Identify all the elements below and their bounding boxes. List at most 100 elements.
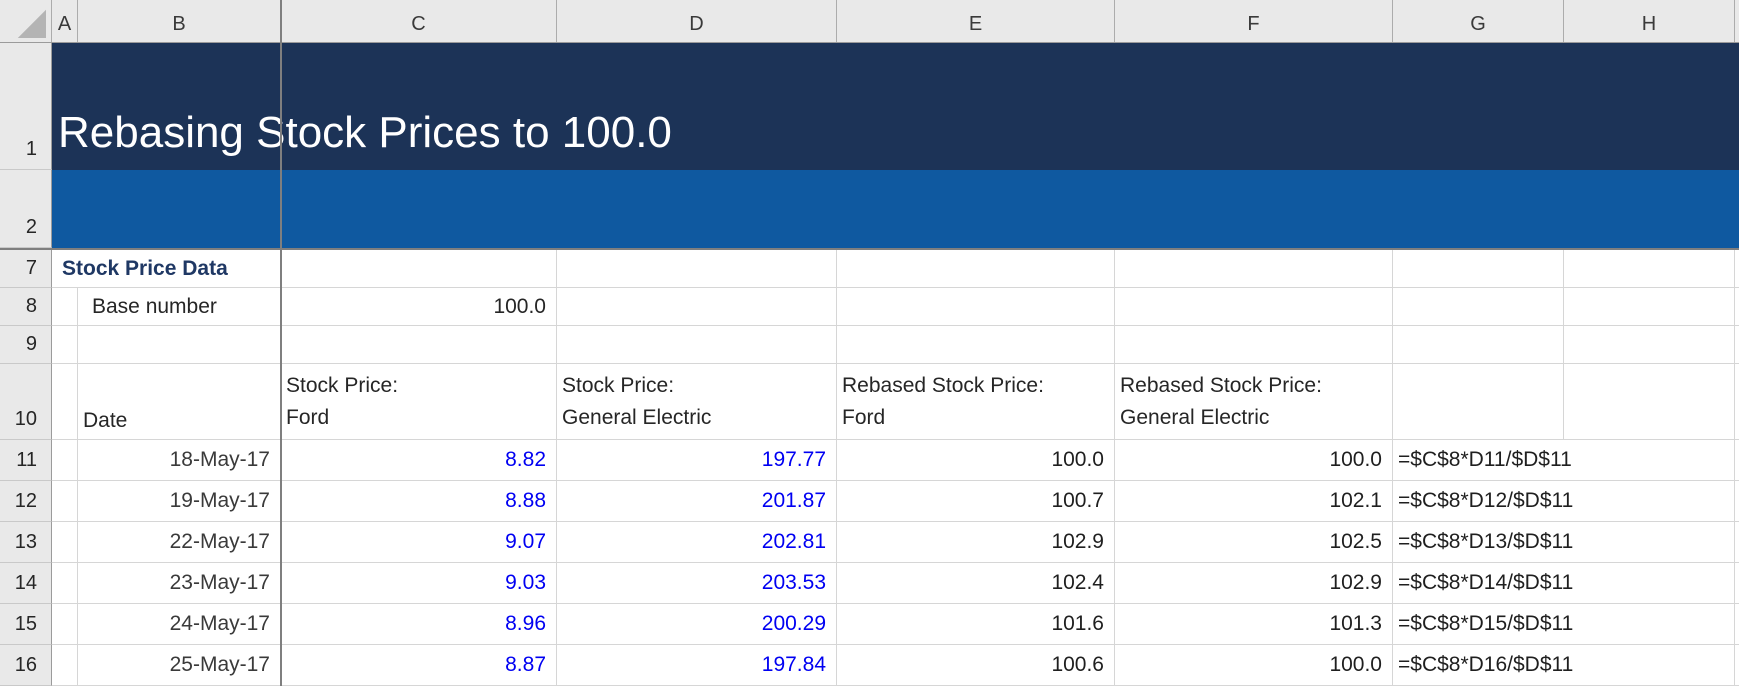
date-cell-12[interactable]: 19-May-17 bbox=[78, 481, 281, 522]
ge-price-cell-13[interactable]: 202.81 bbox=[557, 522, 837, 563]
cell-A9[interactable] bbox=[52, 326, 78, 364]
date-cell-15[interactable]: 24-May-17 bbox=[78, 604, 281, 645]
cell-H7[interactable] bbox=[1564, 250, 1735, 288]
cell-H10[interactable] bbox=[1564, 364, 1735, 440]
ge-rebased-header-cell[interactable]: Rebased Stock Price: General Electric bbox=[1115, 364, 1393, 440]
cell-sliver-15[interactable] bbox=[1735, 604, 1739, 645]
select-all-corner[interactable] bbox=[0, 0, 52, 42]
column-header-D[interactable]: D bbox=[557, 0, 837, 42]
row-header-8[interactable]: 8 bbox=[0, 288, 52, 326]
cell-G10[interactable] bbox=[1393, 364, 1564, 440]
date-cell-13[interactable]: 22-May-17 bbox=[78, 522, 281, 563]
cell-A-11[interactable] bbox=[52, 440, 78, 481]
ford-rebased-header-cell[interactable]: Rebased Stock Price: Ford bbox=[837, 364, 1115, 440]
ge-rebased-cell-13[interactable]: 102.5 bbox=[1115, 522, 1393, 563]
cell-sliver-13[interactable] bbox=[1735, 522, 1739, 563]
ge-price-cell-14[interactable]: 203.53 bbox=[557, 563, 837, 604]
formula-cell-11[interactable]: =$C$8*D11/$D$11 bbox=[1393, 440, 1735, 481]
row-header-15[interactable]: 15 bbox=[0, 604, 52, 645]
cell-A-12[interactable] bbox=[52, 481, 78, 522]
cell-sliver-11[interactable] bbox=[1735, 440, 1739, 481]
cell-H8[interactable] bbox=[1564, 288, 1735, 326]
column-header-A[interactable]: A bbox=[52, 0, 78, 42]
ge-price-cell-11[interactable]: 197.77 bbox=[557, 440, 837, 481]
cell-B9[interactable] bbox=[78, 326, 281, 364]
cell-F9[interactable] bbox=[1115, 326, 1393, 364]
cell-A-15[interactable] bbox=[52, 604, 78, 645]
ford-price-cell-14[interactable]: 9.03 bbox=[281, 563, 557, 604]
cell-D9[interactable] bbox=[557, 326, 837, 364]
cell-G7[interactable] bbox=[1393, 250, 1564, 288]
cell-D7[interactable] bbox=[557, 250, 837, 288]
section-title-cell[interactable]: Stock Price Data bbox=[52, 250, 281, 288]
row-header-2[interactable]: 2 bbox=[0, 170, 52, 248]
date-cell-16[interactable]: 25-May-17 bbox=[78, 645, 281, 686]
formula-cell-13[interactable]: =$C$8*D13/$D$11 bbox=[1393, 522, 1735, 563]
column-header-E[interactable]: E bbox=[837, 0, 1115, 42]
cell-sliver-12[interactable] bbox=[1735, 481, 1739, 522]
cell-D8[interactable] bbox=[557, 288, 837, 326]
ford-price-header-cell[interactable]: Stock Price: Ford bbox=[281, 364, 557, 440]
ge-rebased-cell-15[interactable]: 101.3 bbox=[1115, 604, 1393, 645]
ge-rebased-cell-16[interactable]: 100.0 bbox=[1115, 645, 1393, 686]
ge-price-cell-15[interactable]: 200.29 bbox=[557, 604, 837, 645]
base-number-label-cell[interactable]: Base number bbox=[78, 288, 281, 326]
ford-price-cell-13[interactable]: 9.07 bbox=[281, 522, 557, 563]
formula-cell-16[interactable]: =$C$8*D16/$D$11 bbox=[1393, 645, 1735, 686]
ford-price-cell-12[interactable]: 8.88 bbox=[281, 481, 557, 522]
ge-rebased-cell-11[interactable]: 100.0 bbox=[1115, 440, 1393, 481]
cell-sliver-16[interactable] bbox=[1735, 645, 1739, 686]
ge-price-cell-16[interactable]: 197.84 bbox=[557, 645, 837, 686]
row-header-13[interactable]: 13 bbox=[0, 522, 52, 563]
cell-A-14[interactable] bbox=[52, 563, 78, 604]
ge-rebased-cell-12[interactable]: 102.1 bbox=[1115, 481, 1393, 522]
formula-cell-12[interactable]: =$C$8*D12/$D$11 bbox=[1393, 481, 1735, 522]
cell-sliver-14[interactable] bbox=[1735, 563, 1739, 604]
row-header-10[interactable]: 10 bbox=[0, 364, 52, 440]
sub-banner[interactable] bbox=[52, 170, 1739, 248]
row-header-11[interactable]: 11 bbox=[0, 440, 52, 481]
cell-F7[interactable] bbox=[1115, 250, 1393, 288]
cell-F8[interactable] bbox=[1115, 288, 1393, 326]
cell-H9[interactable] bbox=[1564, 326, 1735, 364]
row-header-16[interactable]: 16 bbox=[0, 645, 52, 686]
ford-price-cell-11[interactable]: 8.82 bbox=[281, 440, 557, 481]
column-header-H[interactable]: H bbox=[1564, 0, 1735, 42]
ford-price-cell-16[interactable]: 8.87 bbox=[281, 645, 557, 686]
row-header-14[interactable]: 14 bbox=[0, 563, 52, 604]
column-header-F[interactable]: F bbox=[1115, 0, 1393, 42]
formula-cell-14[interactable]: =$C$8*D14/$D$11 bbox=[1393, 563, 1735, 604]
ford-rebased-cell-12[interactable]: 100.7 bbox=[837, 481, 1115, 522]
cell-G9[interactable] bbox=[1393, 326, 1564, 364]
date-cell-14[interactable]: 23-May-17 bbox=[78, 563, 281, 604]
cell-E8[interactable] bbox=[837, 288, 1115, 326]
ford-price-cell-15[interactable]: 8.96 bbox=[281, 604, 557, 645]
row-header-7[interactable]: 7 bbox=[0, 250, 52, 288]
ge-rebased-cell-14[interactable]: 102.9 bbox=[1115, 563, 1393, 604]
cell-A-13[interactable] bbox=[52, 522, 78, 563]
title-banner[interactable]: Rebasing Stock Prices to 100.0 bbox=[52, 43, 1739, 170]
row-header-12[interactable]: 12 bbox=[0, 481, 52, 522]
ford-rebased-cell-11[interactable]: 100.0 bbox=[837, 440, 1115, 481]
row-header-1[interactable]: 1 bbox=[0, 43, 52, 170]
cell-E7[interactable] bbox=[837, 250, 1115, 288]
ford-rebased-cell-15[interactable]: 101.6 bbox=[837, 604, 1115, 645]
ford-rebased-cell-13[interactable]: 102.9 bbox=[837, 522, 1115, 563]
cell-C7[interactable] bbox=[281, 250, 557, 288]
cell-G8[interactable] bbox=[1393, 288, 1564, 326]
date-header-cell[interactable]: Date bbox=[78, 364, 281, 440]
formula-cell-15[interactable]: =$C$8*D15/$D$11 bbox=[1393, 604, 1735, 645]
ge-price-header-cell[interactable]: Stock Price: General Electric bbox=[557, 364, 837, 440]
ford-rebased-cell-16[interactable]: 100.6 bbox=[837, 645, 1115, 686]
row-header-9[interactable]: 9 bbox=[0, 326, 52, 364]
cell-E9[interactable] bbox=[837, 326, 1115, 364]
column-header-C[interactable]: C bbox=[281, 0, 557, 42]
cell-C9[interactable] bbox=[281, 326, 557, 364]
column-header-B[interactable]: B bbox=[78, 0, 281, 42]
base-number-value-cell[interactable]: 100.0 bbox=[281, 288, 557, 326]
date-cell-11[interactable]: 18-May-17 bbox=[78, 440, 281, 481]
ge-price-cell-12[interactable]: 201.87 bbox=[557, 481, 837, 522]
cell-A8[interactable] bbox=[52, 288, 78, 326]
cell-A10[interactable] bbox=[52, 364, 78, 440]
column-header-G[interactable]: G bbox=[1393, 0, 1564, 42]
